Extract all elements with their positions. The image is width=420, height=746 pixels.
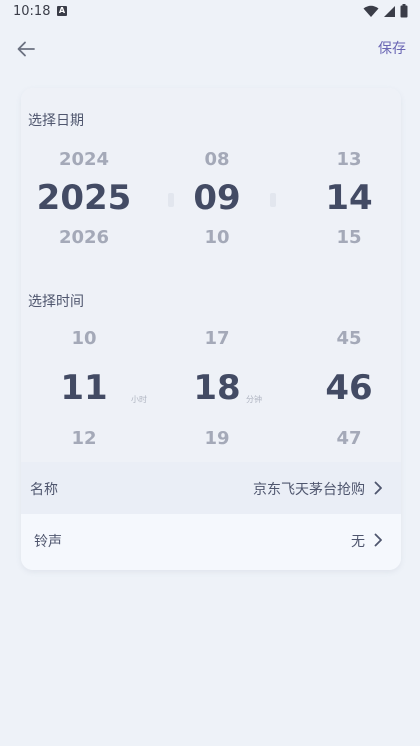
month-prev[interactable]: 08	[177, 149, 257, 170]
hour-next[interactable]: 12	[44, 428, 124, 449]
day-prev[interactable]: 13	[309, 149, 389, 170]
month-current[interactable]: 09	[177, 178, 257, 218]
wifi-icon	[363, 5, 379, 17]
second-next[interactable]: 47	[309, 428, 389, 449]
chevron-right-icon	[374, 533, 382, 547]
name-row[interactable]: 名称 京东飞天茅台抢购	[21, 462, 401, 514]
day-next[interactable]: 15	[309, 227, 389, 248]
minute-current[interactable]: 18	[177, 368, 257, 408]
month-next[interactable]: 10	[177, 227, 257, 248]
cell-signal-icon	[384, 5, 395, 17]
notification-icon: A	[57, 6, 67, 16]
hour-current[interactable]: 11	[44, 368, 124, 408]
day-current[interactable]: 14	[309, 178, 389, 218]
alarm-settings-card: 选择日期 2024 2025 2026 08 09 10 13 14 15 选择…	[21, 88, 401, 570]
year-next[interactable]: 2026	[34, 227, 134, 248]
year-current[interactable]: 2025	[34, 178, 134, 218]
year-separator	[168, 193, 174, 207]
status-icons	[363, 4, 408, 18]
picker-area: 选择日期 2024 2025 2026 08 09 10 13 14 15 选择…	[21, 88, 401, 462]
minute-next[interactable]: 19	[177, 428, 257, 449]
status-time: 10:18	[13, 4, 51, 19]
minute-prev[interactable]: 17	[177, 328, 257, 349]
name-value: 京东飞天茅台抢购	[253, 482, 365, 498]
ringtone-label: 铃声	[34, 534, 62, 550]
date-section-title: 选择日期	[28, 113, 84, 129]
hour-prev[interactable]: 10	[44, 328, 124, 349]
save-button[interactable]: 保存	[378, 38, 406, 58]
year-prev[interactable]: 2024	[34, 149, 134, 170]
ringtone-row[interactable]: 铃声 无	[21, 514, 401, 570]
back-arrow-icon	[17, 41, 35, 57]
time-section-title: 选择时间	[28, 294, 84, 310]
ringtone-value: 无	[351, 534, 365, 550]
battery-icon	[400, 4, 408, 18]
status-bar: 10:18 A	[0, 0, 420, 24]
name-label: 名称	[30, 482, 58, 498]
chevron-right-icon	[374, 481, 382, 495]
month-separator	[270, 193, 276, 207]
second-current[interactable]: 46	[309, 368, 389, 408]
back-button[interactable]	[14, 36, 40, 62]
hour-unit-label: 小时	[131, 395, 147, 404]
minute-unit-label: 分钟	[246, 395, 262, 404]
second-prev[interactable]: 45	[309, 328, 389, 349]
